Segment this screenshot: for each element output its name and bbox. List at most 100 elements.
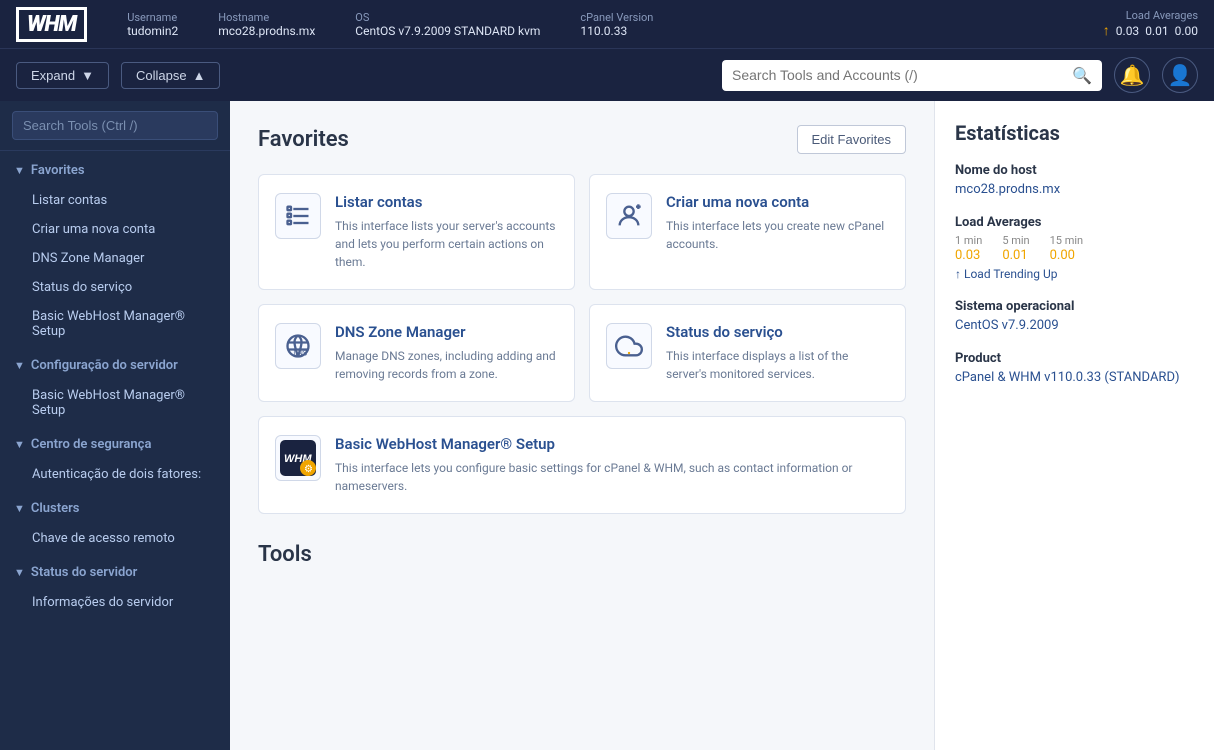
card-dns-zone[interactable]: DNS DNS Zone Manager Manage DNS zones, i… xyxy=(258,304,575,402)
product-stat-value: cPanel & WHM v110.0.33 (STANDARD) xyxy=(955,370,1194,385)
basic-setup-icon: WHM ⚙ xyxy=(275,435,321,481)
load-avg-section: Load Averages ↑ 0.03 0.01 0.00 xyxy=(1103,9,1198,39)
sidebar-section-config: ▼ Configuração do servidor Basic WebHost… xyxy=(0,350,230,425)
sidebar-item-criar-conta[interactable]: Criar uma nova conta xyxy=(0,215,230,244)
os-label: OS xyxy=(355,11,540,24)
sidebar-item-remote-key[interactable]: Chave de acesso remoto xyxy=(0,524,230,553)
user-icon: 👤 xyxy=(1168,63,1193,88)
favorites-chevron-icon: ▼ xyxy=(14,164,25,177)
hostname-value: mco28.prodns.mx xyxy=(218,24,315,38)
load-15min-label: 15 min xyxy=(1050,234,1084,247)
favorites-header-row: Favorites Edit Favorites xyxy=(258,125,906,154)
load-avg-values: ↑ 0.03 0.01 0.00 xyxy=(1103,22,1198,39)
status-servico-content: Status do serviço This interface display… xyxy=(666,323,889,383)
sidebar-section-favorites-header[interactable]: ▼ Favorites xyxy=(0,155,230,186)
load-5min-col: 5 min 0.01 xyxy=(1002,234,1029,263)
sidebar-section-security-header[interactable]: ▼ Centro de segurança xyxy=(0,429,230,460)
favorites-title: Favorites xyxy=(258,127,349,152)
hostname-section: Nome do host mco28.prodns.mx xyxy=(955,163,1194,197)
dns-zone-title: DNS Zone Manager xyxy=(335,323,558,341)
top-bar-info: Username tudomin2 Hostname mco28.prodns.… xyxy=(127,11,1063,38)
search-input[interactable] xyxy=(732,67,1064,83)
sidebar-item-2fa[interactable]: Autenticação de dois fatores: xyxy=(0,460,230,489)
sidebar: ▼ Favorites Listar contas Criar uma nova… xyxy=(0,101,230,750)
criar-conta-title: Criar uma nova conta xyxy=(666,193,889,211)
search-icon[interactable]: 🔍 xyxy=(1072,66,1092,85)
load-5min-value: 0.01 xyxy=(1002,248,1027,263)
bell-icon: 🔔 xyxy=(1120,63,1145,88)
criar-conta-content: Criar uma nova conta This interface lets… xyxy=(666,193,889,253)
sidebar-section-server-status: ▼ Status do servidor Informações do serv… xyxy=(0,557,230,617)
load-1min-label: 1 min xyxy=(955,234,982,247)
sidebar-favorites-label: Favorites xyxy=(31,163,85,178)
load-1min-value: 0.03 xyxy=(955,248,980,263)
sidebar-item-basic-setup[interactable]: Basic WebHost Manager® Setup xyxy=(0,302,230,346)
top-bar-right: Load Averages ↑ 0.03 0.01 0.00 xyxy=(1103,9,1198,39)
load15-value: 0.00 xyxy=(1175,24,1198,38)
sidebar-search-input[interactable] xyxy=(12,111,218,140)
criar-conta-icon xyxy=(606,193,652,239)
os-info: OS CentOS v7.9.2009 STANDARD kvm xyxy=(355,11,540,38)
os-stat-value: CentOS v7.9.2009 xyxy=(955,318,1194,333)
sidebar-config-label: Configuração do servidor xyxy=(31,358,178,373)
listar-contas-desc: This interface lists your server's accou… xyxy=(335,217,558,271)
card-criar-conta[interactable]: Criar uma nova conta This interface lets… xyxy=(589,174,906,290)
basic-setup-content: Basic WebHost Manager® Setup This interf… xyxy=(335,435,889,495)
basic-setup-desc: This interface lets you configure basic … xyxy=(335,459,889,495)
top-bar: WHM Username tudomin2 Hostname mco28.pro… xyxy=(0,0,1214,48)
sidebar-item-listar-contas[interactable]: Listar contas xyxy=(0,186,230,215)
sidebar-section-server-status-header[interactable]: ▼ Status do servidor xyxy=(0,557,230,588)
card-status-servico[interactable]: Status do serviço This interface display… xyxy=(589,304,906,402)
hostname-info: Hostname mco28.prodns.mx xyxy=(218,11,315,38)
sidebar-security-label: Centro de segurança xyxy=(31,437,152,452)
tools-section-title: Tools xyxy=(258,542,906,567)
load-row: 1 min 0.03 5 min 0.01 15 min 0.00 xyxy=(955,234,1194,263)
collapse-button[interactable]: Collapse ▲ xyxy=(121,62,220,89)
cpanel-value: 110.0.33 xyxy=(580,24,627,38)
username-info: Username tudomin2 xyxy=(127,11,178,38)
load1-value: 0.03 xyxy=(1116,24,1139,38)
load-1min-col: 1 min 0.03 xyxy=(955,234,982,263)
load-trending-link[interactable]: Load Trending Up xyxy=(955,267,1194,281)
expand-chevron-icon: ▼ xyxy=(81,68,94,83)
card-listar-contas[interactable]: Listar contas This interface lists your … xyxy=(258,174,575,290)
sidebar-item-basic-setup-2[interactable]: Basic WebHost Manager® Setup xyxy=(0,381,230,425)
sidebar-section-clusters-header[interactable]: ▼ Clusters xyxy=(0,493,230,524)
stats-panel: Estatísticas Nome do host mco28.prodns.m… xyxy=(934,101,1214,750)
user-button[interactable]: 👤 xyxy=(1162,57,1198,93)
security-chevron-icon: ▼ xyxy=(14,438,25,451)
notifications-button[interactable]: 🔔 xyxy=(1114,57,1150,93)
svg-text:⚙: ⚙ xyxy=(304,464,313,475)
sidebar-section-security: ▼ Centro de segurança Autenticação de do… xyxy=(0,429,230,489)
os-value: CentOS v7.9.2009 STANDARD kvm xyxy=(355,24,540,38)
sidebar-section-config-header[interactable]: ▼ Configuração do servidor xyxy=(0,350,230,381)
product-stat-section: Product cPanel & WHM v110.0.33 (STANDARD… xyxy=(955,351,1194,385)
edit-favorites-button[interactable]: Edit Favorites xyxy=(797,125,906,154)
sidebar-item-status-servico[interactable]: Status do serviço xyxy=(0,273,230,302)
clusters-chevron-icon: ▼ xyxy=(14,502,25,515)
loadavg-stat-label: Load Averages xyxy=(955,215,1194,230)
main-layout: ▼ Favorites Listar contas Criar uma nova… xyxy=(0,101,1214,750)
load-15min-value: 0.00 xyxy=(1050,248,1075,263)
sidebar-item-server-info[interactable]: Informações do servidor xyxy=(0,588,230,617)
dns-zone-desc: Manage DNS zones, including adding and r… xyxy=(335,347,558,383)
hostname-stat-value: mco28.prodns.mx xyxy=(955,182,1194,197)
criar-conta-desc: This interface lets you create new cPane… xyxy=(666,217,889,253)
listar-contas-content: Listar contas This interface lists your … xyxy=(335,193,558,271)
collapse-label: Collapse xyxy=(136,68,187,83)
listar-contas-title: Listar contas xyxy=(335,193,558,211)
sidebar-search-container[interactable] xyxy=(0,101,230,151)
os-stat-section: Sistema operacional CentOS v7.9.2009 xyxy=(955,299,1194,333)
status-servico-desc: This interface displays a list of the se… xyxy=(666,347,889,383)
load-up-arrow-icon: ↑ xyxy=(1103,22,1110,39)
username-label: Username xyxy=(127,11,178,24)
sidebar-section-favorites: ▼ Favorites Listar contas Criar uma nova… xyxy=(0,155,230,346)
sidebar-item-dns-zone[interactable]: DNS Zone Manager xyxy=(0,244,230,273)
status-servico-icon xyxy=(606,323,652,369)
expand-button[interactable]: Expand ▼ xyxy=(16,62,109,89)
sidebar-clusters-label: Clusters xyxy=(31,501,80,516)
card-basic-setup[interactable]: WHM ⚙ Basic WebHost Manager® Setup This … xyxy=(258,416,906,514)
username-value: tudomin2 xyxy=(127,24,178,38)
sidebar-server-status-label: Status do servidor xyxy=(31,565,137,580)
search-top-bar-container[interactable]: 🔍 xyxy=(722,60,1102,91)
